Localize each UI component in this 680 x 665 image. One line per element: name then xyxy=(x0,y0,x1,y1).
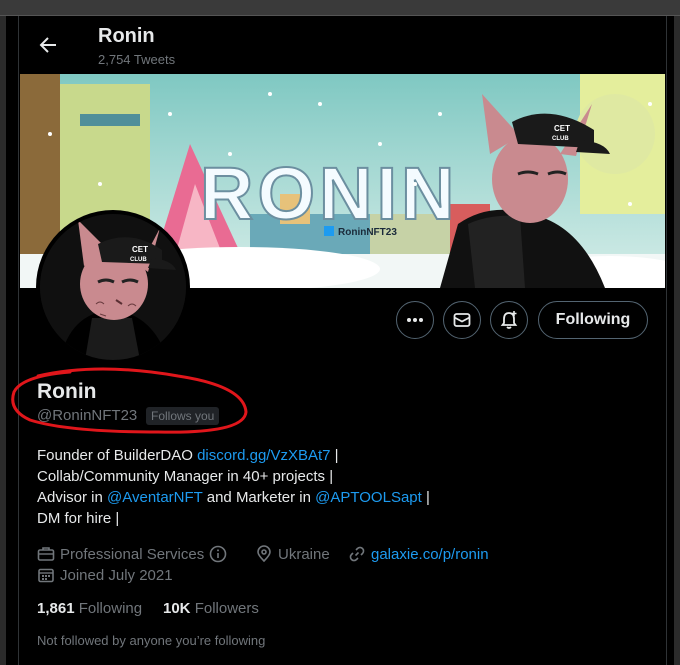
aptoolsapt-link[interactable]: @APTOOLSapt xyxy=(315,489,422,506)
profile-category: Professional Services xyxy=(37,545,227,563)
bio-line-1: Founder of BuilderDAO discord.gg/VzXBAt7… xyxy=(37,447,339,464)
mail-icon xyxy=(453,313,471,327)
window-top-strip xyxy=(0,0,680,16)
profile-website: galaxie.co/p/ronin xyxy=(348,545,489,563)
followers-stat[interactable]: 10K Followers xyxy=(163,600,259,617)
column-border-left xyxy=(18,16,19,665)
back-arrow-icon[interactable] xyxy=(36,33,60,57)
notifications-button[interactable] xyxy=(490,301,528,339)
website-link[interactable]: galaxie.co/p/ronin xyxy=(371,546,489,563)
bell-plus-icon xyxy=(500,311,518,329)
followers-label: Followers xyxy=(194,600,259,617)
following-stat[interactable]: 1,861 Following xyxy=(37,600,142,617)
bio-text: Advisor in xyxy=(37,489,108,506)
bio-text: | xyxy=(421,489,430,506)
avatar-cap-text-1: CET xyxy=(132,245,148,254)
banner-title: RONIN xyxy=(200,152,458,235)
banner-tag: RoninNFT23 xyxy=(338,227,397,238)
location-pin-icon xyxy=(257,545,271,563)
location-label: Ukraine xyxy=(278,545,330,563)
column-border-right xyxy=(666,16,667,665)
info-icon[interactable] xyxy=(209,545,227,563)
aventarnft-link[interactable]: @AventarNFT xyxy=(107,489,203,506)
following-label: Following xyxy=(78,600,143,617)
avatar-cap-text-2: CLUB xyxy=(130,257,147,263)
profile-avatar[interactable]: CET CLUB xyxy=(36,210,190,364)
red-circle-annotation xyxy=(11,367,248,434)
calendar-icon xyxy=(38,568,54,583)
profile-joined: Joined July 2021 xyxy=(37,566,173,584)
message-button[interactable] xyxy=(443,301,481,339)
link-icon xyxy=(349,546,365,562)
more-options-button[interactable] xyxy=(396,301,434,339)
tweet-count: 2,754 Tweets xyxy=(98,52,176,67)
bio-line-2: Collab/Community Manager in 40+ projects… xyxy=(37,468,334,485)
banner-cap-text-2: CLUB xyxy=(552,136,569,142)
profile-location: Ukraine xyxy=(255,545,330,563)
not-followed-note: Not followed by anyone you’re following xyxy=(37,633,266,648)
joined-label: Joined July 2021 xyxy=(60,566,173,584)
bio-text: | xyxy=(330,447,339,464)
category-label: Professional Services xyxy=(60,545,205,563)
following-button[interactable]: Following xyxy=(538,301,648,339)
followers-count: 10K xyxy=(163,600,191,617)
discord-link[interactable]: discord.gg/VzXBAt7 xyxy=(197,447,330,464)
bio-line-4: DM for hire | xyxy=(37,510,120,527)
bio-line-3: Advisor in @AventarNFT and Marketer in @… xyxy=(37,489,430,506)
more-icon xyxy=(407,318,423,322)
bio-text: and Marketer in xyxy=(202,489,316,506)
briefcase-icon xyxy=(37,547,55,561)
following-count: 1,861 xyxy=(37,600,75,617)
bio-text: Founder of BuilderDAO xyxy=(37,447,198,464)
banner-cap-text-1: CET xyxy=(554,124,570,133)
header-title: Ronin xyxy=(98,25,155,47)
